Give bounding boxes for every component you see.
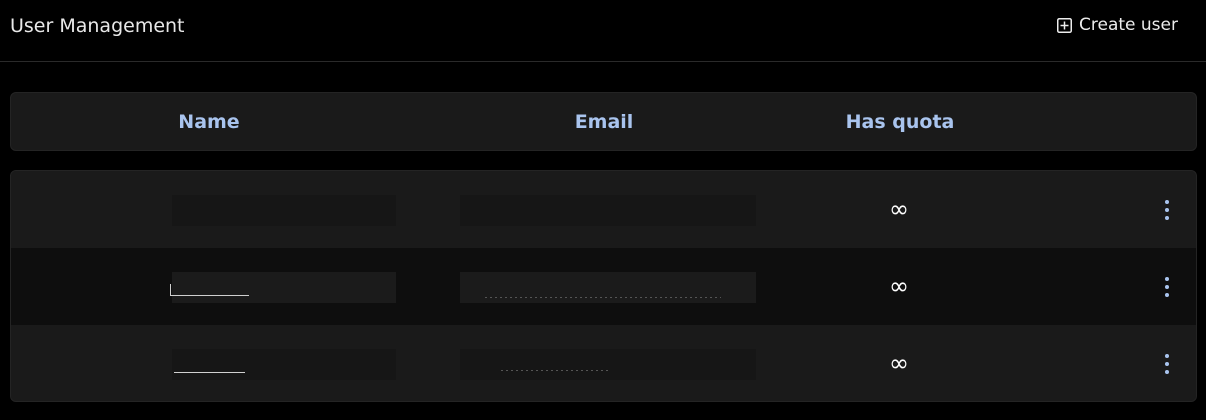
user-name-cell bbox=[172, 272, 396, 303]
table-row[interactable]: ∞ bbox=[11, 248, 1196, 325]
quota-cell: ∞ bbox=[889, 195, 909, 223]
user-email-cell bbox=[460, 349, 756, 380]
column-header-email[interactable]: Email bbox=[575, 111, 634, 133]
more-vertical-icon bbox=[1165, 354, 1169, 358]
row-menu-button[interactable] bbox=[1157, 274, 1177, 300]
user-name-cell bbox=[172, 195, 396, 226]
column-header-has-quota[interactable]: Has quota bbox=[846, 111, 955, 133]
row-menu-button[interactable] bbox=[1157, 197, 1177, 223]
quota-cell: ∞ bbox=[889, 349, 909, 377]
row-menu-button[interactable] bbox=[1157, 351, 1177, 377]
create-user-button[interactable]: Create user bbox=[1057, 15, 1178, 35]
plus-square-icon bbox=[1057, 17, 1073, 33]
more-vertical-icon bbox=[1165, 277, 1169, 281]
user-name-cell bbox=[172, 349, 396, 380]
more-vertical-icon bbox=[1165, 200, 1169, 204]
user-table-body: ∞ ∞ ∞ bbox=[10, 170, 1197, 402]
table-row[interactable]: ∞ bbox=[11, 325, 1196, 401]
page-title: User Management bbox=[10, 15, 185, 37]
column-header-name[interactable]: Name bbox=[178, 111, 239, 133]
create-user-label: Create user bbox=[1079, 15, 1178, 35]
user-email-cell bbox=[460, 272, 756, 303]
user-email-cell bbox=[460, 195, 756, 226]
top-bar: User Management Create user bbox=[0, 0, 1206, 62]
table-header: Name Email Has quota bbox=[10, 92, 1197, 151]
table-row[interactable]: ∞ bbox=[11, 171, 1196, 248]
quota-cell: ∞ bbox=[889, 272, 909, 300]
